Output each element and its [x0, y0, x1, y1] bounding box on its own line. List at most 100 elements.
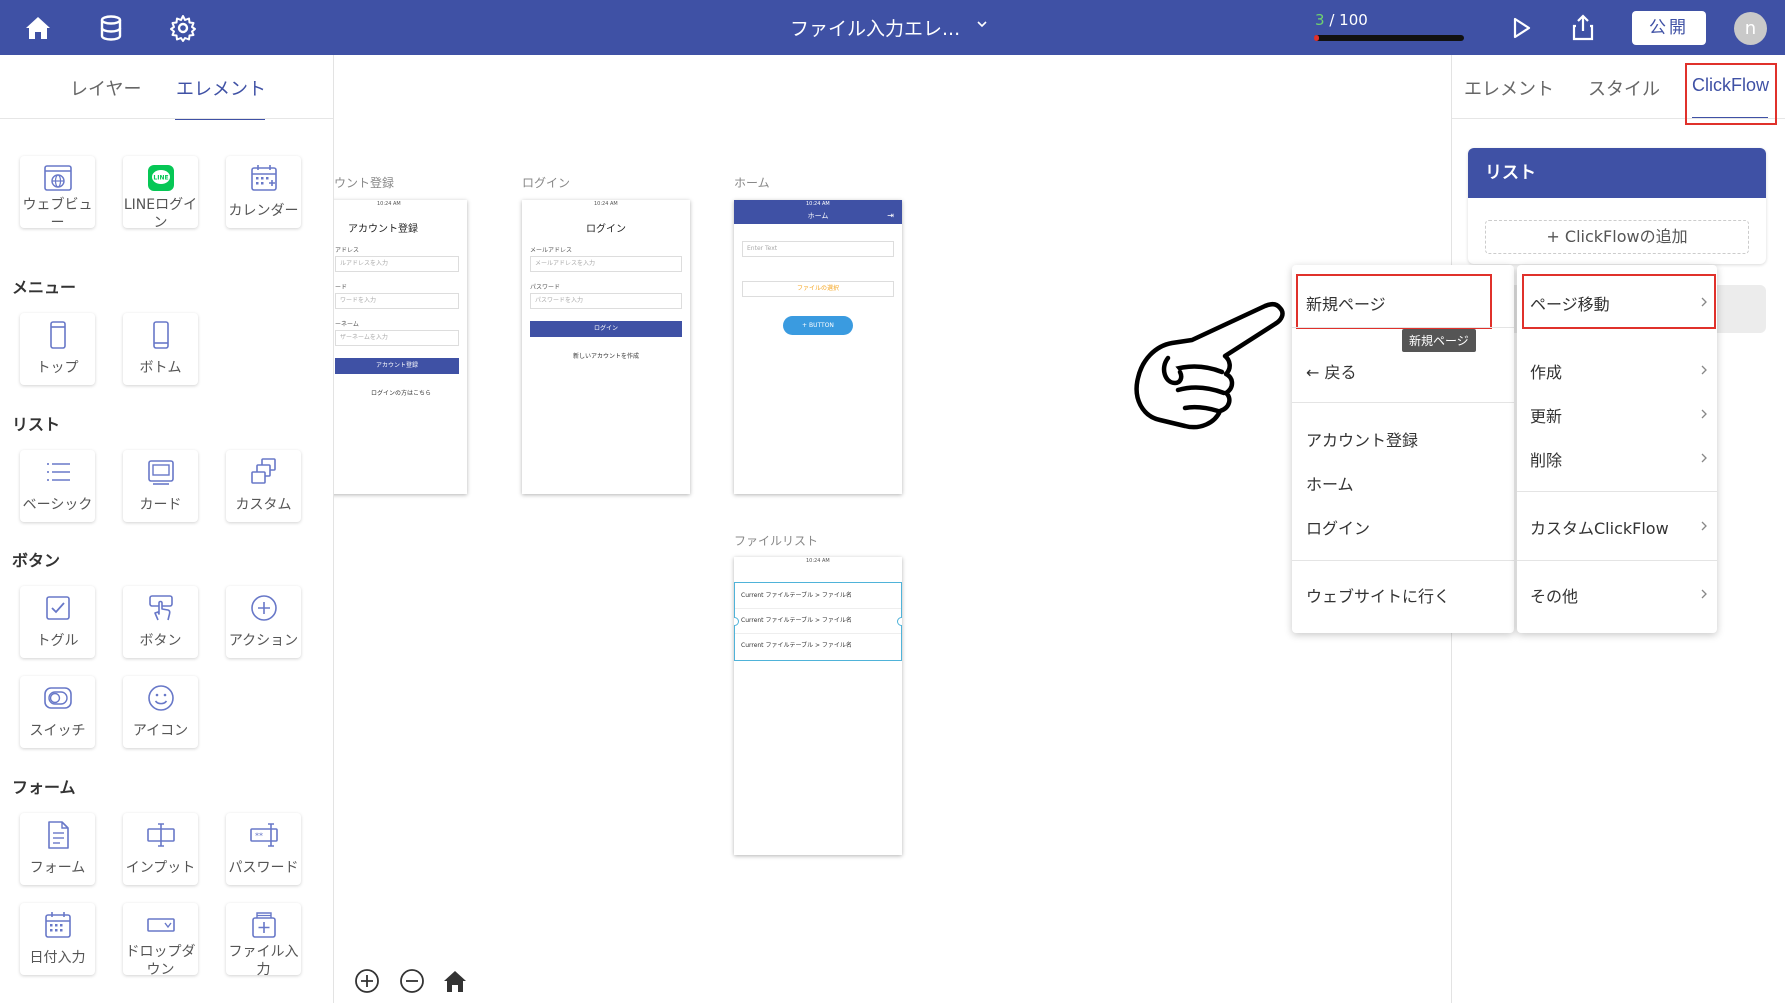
reset-home-icon[interactable]: [442, 968, 468, 994]
menu-item-other[interactable]: その他: [1530, 583, 1578, 607]
section-title-menu: メニュー: [12, 278, 77, 297]
register-button[interactable]: アカウント登録: [335, 358, 459, 374]
highlight-box: [1296, 274, 1492, 329]
tab-style[interactable]: スタイル: [1588, 75, 1660, 101]
left-panel: レイヤー エレメント ウェブビュー LINE LINEログイン カレンダー メニ…: [0, 55, 334, 1003]
list-item[interactable]: Current ファイルテーブル > ファイル名: [735, 634, 901, 658]
add-clickflow-button[interactable]: + ClickFlowの追加: [1485, 220, 1749, 254]
app-title[interactable]: ファイル入力エレ...: [790, 14, 960, 41]
login-link[interactable]: ログインの方はこちら: [334, 388, 467, 397]
pointing-hand-icon: [1134, 302, 1285, 430]
password-field[interactable]: パスワードを入力: [530, 293, 682, 309]
element-icon[interactable]: アイコン: [123, 676, 198, 748]
tile-label: アクション: [228, 633, 299, 649]
section-title-list: リスト: [12, 415, 61, 434]
menu-item-custom-clickflow[interactable]: カスタムClickFlow: [1530, 515, 1669, 539]
element-calendar[interactable]: カレンダー: [226, 156, 301, 228]
element-action[interactable]: アクション: [226, 586, 301, 658]
progress-total: / 100: [1329, 11, 1368, 29]
element-menu-bottom[interactable]: ボトム: [123, 313, 198, 385]
list-item[interactable]: Current ファイルテーブル > ファイル名: [735, 583, 901, 609]
menu-item-create[interactable]: 作成: [1530, 359, 1562, 383]
tile-label: ボトム: [139, 360, 182, 376]
element-list-custom[interactable]: カスタム: [226, 450, 301, 522]
calendar-icon: [251, 165, 277, 191]
tile-label: カスタム: [235, 497, 292, 513]
file-list[interactable]: Current ファイルテーブル > ファイル名 Current ファイルテーブ…: [734, 582, 902, 661]
element-line-login[interactable]: LINE LINEログイン: [123, 156, 198, 231]
menu-item-update[interactable]: 更新: [1530, 403, 1562, 427]
resize-handle-right[interactable]: [897, 617, 902, 626]
divider: [0, 118, 333, 119]
form-icon: [48, 821, 69, 849]
tab-element[interactable]: エレメント: [176, 75, 266, 101]
logout-icon[interactable]: ⇥: [887, 208, 894, 224]
share-upload-icon[interactable]: [1567, 12, 1599, 44]
home-icon[interactable]: [22, 12, 54, 44]
menu-item-account-register[interactable]: アカウント登録: [1306, 427, 1418, 451]
design-canvas[interactable]: ウント登録 10:24 AM アカウント登録 アドレス ルアドレスを入力 ード …: [334, 55, 1451, 1003]
status-bar: 10:24 AM: [734, 557, 902, 565]
tile-label: トップ: [36, 360, 79, 376]
status-time: 10:24 AM: [594, 201, 618, 207]
element-webview[interactable]: ウェブビュー: [20, 156, 95, 231]
element-file-input[interactable]: ファイル入力: [226, 903, 301, 978]
tile-label: ベーシック: [22, 497, 93, 513]
header-title: ホーム: [807, 212, 829, 220]
tab-element[interactable]: エレメント: [1464, 75, 1554, 101]
zoom-in-icon[interactable]: [354, 968, 380, 994]
custom-list-icon: [251, 458, 276, 484]
menu-item-login[interactable]: ログイン: [1306, 515, 1370, 539]
tile-label: インプット: [125, 860, 196, 876]
menu-item-back[interactable]: ← 戻る: [1306, 359, 1357, 383]
field-label: ーネーム: [335, 321, 359, 328]
element-dropdown[interactable]: ドロップダウン: [123, 903, 198, 978]
element-input[interactable]: インプット: [123, 813, 198, 885]
screen-file-list[interactable]: 10:24 AM Current ファイルテーブル > ファイル名 Curren…: [734, 557, 902, 855]
tile-label: LINEログイン: [123, 197, 198, 231]
element-form[interactable]: フォーム: [20, 813, 95, 885]
element-list-card[interactable]: カード: [123, 450, 198, 522]
smiley-icon: [148, 685, 174, 711]
plus-button[interactable]: + BUTTON: [783, 316, 853, 335]
screen-title: ログイン: [586, 224, 626, 235]
zoom-out-icon[interactable]: [399, 968, 425, 994]
list-item[interactable]: Current ファイルテーブル > ファイル名: [735, 609, 901, 634]
text-input[interactable]: ワードを入力: [335, 293, 459, 309]
status-time: 10:24 AM: [806, 558, 830, 564]
avatar[interactable]: n: [1734, 12, 1767, 45]
chevron-right-icon: [1701, 453, 1707, 463]
screen-account-register[interactable]: 10:24 AM アカウント登録 アドレス ルアドレスを入力 ード ワードを入力…: [334, 200, 467, 494]
create-account-link[interactable]: 新しいアカウントを作成: [522, 351, 690, 360]
chevron-down-icon[interactable]: [975, 17, 989, 31]
screen-home[interactable]: 10:24 AM ホーム ⇥ Enter Text ファイルの選択 + BUTT…: [734, 200, 902, 494]
element-date-input[interactable]: 日付入力: [20, 903, 95, 975]
element-password[interactable]: ** パスワード: [226, 813, 301, 885]
text-input[interactable]: ルアドレスを入力: [335, 256, 459, 272]
tile-label: ドロップダウン: [125, 944, 196, 978]
element-button[interactable]: ボタン: [123, 586, 198, 658]
menu-item-go-website[interactable]: ウェブサイトに行く: [1306, 583, 1450, 607]
tile-label: スイッチ: [29, 723, 86, 739]
login-button[interactable]: ログイン: [530, 321, 682, 337]
database-icon[interactable]: [95, 12, 127, 44]
tile-label: ファイル入力: [228, 944, 299, 978]
screen-login[interactable]: 10:24 AM ログイン メールアドレス メールアドレスを入力 パスワード パ…: [522, 200, 690, 494]
text-input[interactable]: Enter Text: [742, 241, 894, 257]
publish-button[interactable]: 公開: [1632, 11, 1706, 45]
progress-bar: [1314, 35, 1464, 41]
file-select-button[interactable]: ファイルの選択: [742, 281, 894, 297]
gear-icon[interactable]: [167, 12, 199, 44]
section-title-button: ボタン: [12, 551, 61, 570]
file-input-icon: [252, 912, 276, 938]
menu-item-delete[interactable]: 削除: [1530, 447, 1562, 471]
play-icon[interactable]: [1505, 12, 1537, 44]
element-list-basic[interactable]: ベーシック: [20, 450, 95, 522]
email-field[interactable]: メールアドレスを入力: [530, 256, 682, 272]
element-switch[interactable]: スイッチ: [20, 676, 95, 748]
menu-item-home[interactable]: ホーム: [1306, 471, 1354, 495]
text-input[interactable]: ザーネームを入力: [335, 330, 459, 346]
element-menu-top[interactable]: トップ: [20, 313, 95, 385]
element-toggle[interactable]: トグル: [20, 586, 95, 658]
tab-layer[interactable]: レイヤー: [70, 75, 141, 101]
